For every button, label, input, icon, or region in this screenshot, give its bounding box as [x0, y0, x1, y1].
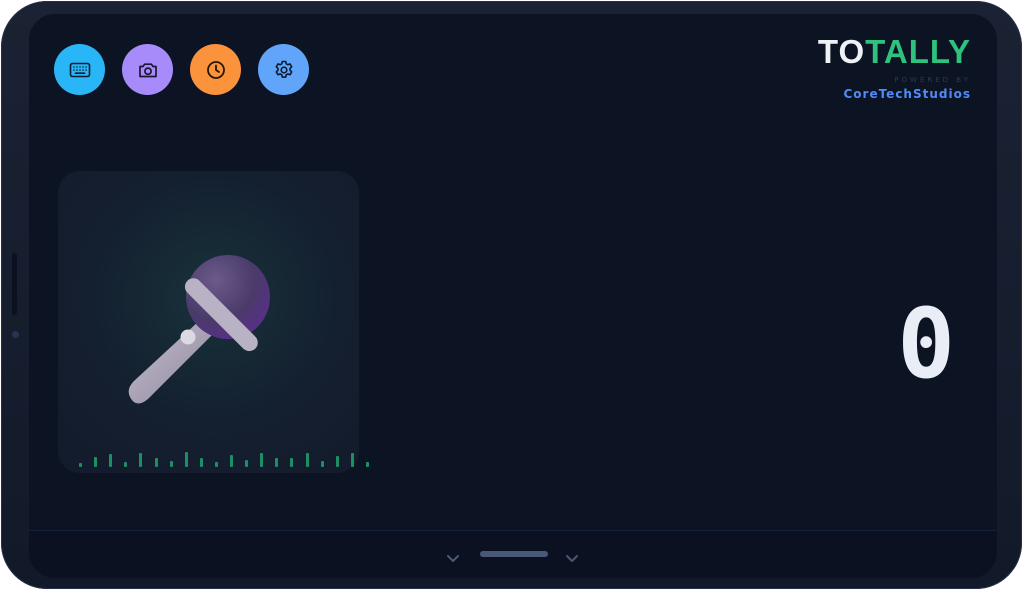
waveform-bar — [365, 462, 369, 467]
waveform-bar — [139, 453, 143, 467]
app-screen: TOTALLY POWERED BY CoreTechStudios 0 — [29, 14, 997, 578]
waveform-bar — [184, 452, 188, 467]
waveform-bar — [260, 453, 264, 467]
brand-title: TOTALLY — [818, 34, 971, 70]
keyboard-icon — [69, 62, 90, 77]
waveform-bar — [124, 462, 128, 467]
audio-waveform — [79, 447, 381, 467]
camera-dot — [12, 331, 19, 338]
keyboard-button[interactable] — [54, 44, 105, 95]
clock-icon — [206, 60, 225, 79]
toolbar — [54, 44, 309, 95]
waveform-bar — [335, 456, 339, 467]
brand-title-to: TO — [817, 33, 866, 70]
waveform-bar — [169, 461, 173, 467]
waveform-bar — [230, 455, 233, 467]
waveform-bar — [290, 458, 294, 467]
settings-button[interactable] — [258, 44, 309, 95]
chevron-down-icon[interactable] — [565, 553, 579, 563]
waveform-bar — [199, 458, 203, 467]
drawer-handle[interactable] — [480, 551, 548, 557]
waveform-bar — [94, 457, 98, 467]
camera-button[interactable] — [122, 44, 173, 95]
tablet-frame: TOTALLY POWERED BY CoreTechStudios 0 — [1, 1, 1022, 589]
chevron-down-icon[interactable] — [446, 553, 460, 563]
waveform-bar — [79, 463, 82, 467]
waveform-bar — [350, 453, 354, 467]
waveform-bar — [320, 461, 324, 467]
waveform-bar — [154, 458, 158, 467]
powered-by-label: POWERED BY — [894, 76, 971, 84]
waveform-bar — [109, 454, 113, 467]
bottom-bar — [29, 531, 997, 578]
gear-icon — [275, 60, 292, 78]
side-button — [12, 253, 17, 315]
camera-icon — [138, 62, 157, 77]
waveform-bar — [305, 453, 309, 467]
brand-logo: TOTALLY POWERED BY CoreTechStudios — [818, 34, 971, 102]
history-button[interactable] — [190, 44, 241, 95]
waveform-bar — [214, 462, 218, 467]
microphone-button[interactable] — [58, 171, 369, 473]
waveform-bar — [245, 460, 249, 467]
brand-title-tally: TALLY — [865, 33, 971, 70]
microphone-icon — [128, 255, 270, 404]
tally-counter: 0 — [897, 288, 955, 400]
company-name: CoreTechStudios — [843, 87, 971, 101]
waveform-bar — [275, 458, 279, 467]
